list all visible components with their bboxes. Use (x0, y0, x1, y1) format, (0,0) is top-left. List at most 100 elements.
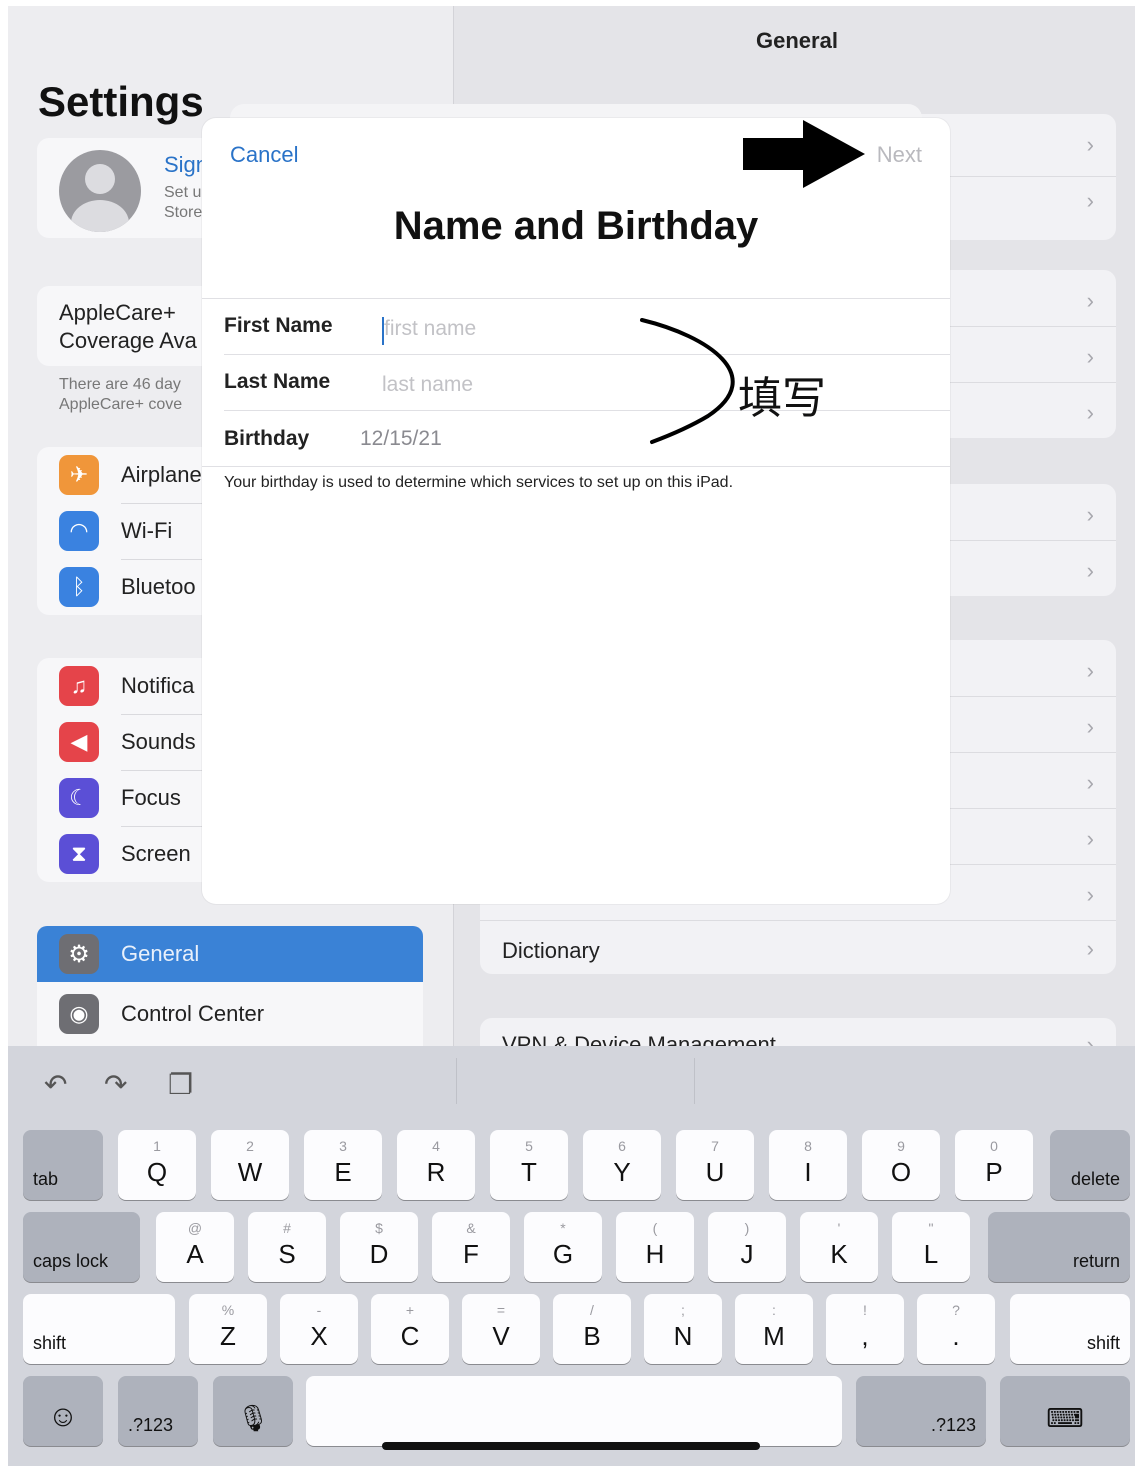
key-e[interactable]: 3E (304, 1130, 382, 1200)
home-indicator[interactable] (382, 1442, 760, 1450)
notifications-icon: ♫ (59, 666, 99, 706)
key-f[interactable]: & F (432, 1212, 510, 1282)
emoji-key[interactable]: ☺ (23, 1376, 103, 1446)
divider (202, 298, 950, 299)
key-a[interactable]: @ A (156, 1212, 234, 1282)
chevron-right-icon: › (1086, 770, 1094, 795)
key-h[interactable]: (H (616, 1212, 694, 1282)
chevron-right-icon: › (1086, 558, 1094, 583)
key-b[interactable]: / B (553, 1294, 631, 1364)
redo-icon[interactable]: ↷ (104, 1068, 127, 1101)
emoji-icon: ☺ (47, 1400, 79, 1433)
right-shift-key[interactable]: shift (1010, 1294, 1130, 1364)
ipad-screen: Settings Sign Set u Store AppleCare+ Cov… (8, 6, 1135, 1466)
left-shift-key[interactable]: shift (23, 1294, 175, 1364)
chevron-right-icon: › (1086, 288, 1094, 313)
chevron-right-icon: › (1086, 400, 1094, 425)
sounds-icon: ◀ (59, 722, 99, 762)
key-q[interactable]: 1Q (118, 1130, 196, 1200)
first-name-input[interactable] (384, 312, 614, 346)
sheet-title: Name and Birthday (393, 204, 759, 248)
divider (480, 920, 1116, 921)
divider (224, 354, 950, 355)
key-r[interactable]: 4R (397, 1130, 475, 1200)
key-j[interactable]: ) J (708, 1212, 786, 1282)
key-d[interactable]: $ D (340, 1212, 418, 1282)
key-comma[interactable]: !, (826, 1294, 904, 1364)
delete-key[interactable]: delete (1050, 1130, 1130, 1200)
sidebar-item-label: Notifica (121, 673, 195, 698)
control-center-card: ◉ Control Center (37, 982, 423, 1046)
key-z[interactable]: % Z (189, 1294, 267, 1364)
sidebar-item-label: Bluetoo (121, 574, 196, 599)
key-period[interactable]: ?. (917, 1294, 995, 1364)
return-key[interactable]: return (988, 1212, 1130, 1282)
key-t[interactable]: 5T (490, 1130, 568, 1200)
divider (456, 1058, 457, 1104)
key-w[interactable]: 2W (211, 1130, 289, 1200)
sidebar-item-label: General (121, 941, 200, 966)
sidebar-item-general[interactable]: ⚙ General (37, 926, 423, 982)
applecare-line-1: AppleCare+ (59, 300, 176, 325)
key-u[interactable]: 7U (676, 1130, 754, 1200)
key-n[interactable]: ; N (644, 1294, 722, 1364)
key-s[interactable]: # S (248, 1212, 326, 1282)
numbers-key-left[interactable]: .?123 (118, 1376, 198, 1446)
key-c[interactable]: + C (371, 1294, 449, 1364)
key-l[interactable]: " L (892, 1212, 970, 1282)
sidebar-item-control-center[interactable]: ◉ Control Center (37, 986, 423, 1042)
undo-icon[interactable]: ↶ (44, 1068, 67, 1101)
sidebar-item-label: Screen (121, 841, 191, 866)
screen-time-icon: ⧗ (59, 834, 99, 874)
wifi-icon: ◠ (59, 511, 99, 551)
key-k[interactable]: ' K (800, 1212, 878, 1282)
account-subtitle-1: Set u (164, 184, 202, 201)
key-y[interactable]: 6Y (583, 1130, 661, 1200)
tab-key[interactable]: tab (23, 1130, 103, 1200)
applecare-line-2: Coverage Ava (59, 328, 197, 353)
gear-icon: ⚙ (59, 934, 99, 974)
account-subtitle-2: Store (164, 204, 203, 221)
key-p[interactable]: 0P (955, 1130, 1033, 1200)
key-m[interactable]: :M (735, 1294, 813, 1364)
chevron-right-icon: › (1086, 502, 1094, 527)
detail-title: General (756, 28, 838, 53)
applecare-note-2: AppleCare+ cove (59, 396, 183, 413)
key-x[interactable]: -X (280, 1294, 358, 1364)
onscreen-keyboard: ↶ ↷ ❐ tab delete caps lock return shift … (8, 1046, 1135, 1466)
birthday-value[interactable]: 12/15/21 (360, 427, 442, 451)
first-name-label: First Name (224, 314, 333, 337)
key-v[interactable]: = V (462, 1294, 540, 1364)
last-name-input[interactable] (382, 368, 612, 402)
cancel-button[interactable]: Cancel (230, 142, 298, 168)
chevron-right-icon: › (1086, 658, 1094, 683)
chevron-right-icon: › (1086, 882, 1094, 907)
divider (224, 410, 950, 411)
sidebar-item-label: Control Center (121, 1001, 265, 1026)
numbers-key-right[interactable]: .?123 (856, 1376, 986, 1446)
control-center-icon: ◉ (59, 994, 99, 1034)
chevron-right-icon: › (1086, 132, 1094, 157)
arrow-right-icon (743, 120, 865, 188)
space-key[interactable] (306, 1376, 842, 1446)
airplane-icon: ✈ (59, 455, 99, 495)
paste-icon[interactable]: ❐ (168, 1068, 193, 1101)
hide-keyboard-key[interactable]: ⌨ (1000, 1376, 1130, 1446)
birthday-footnote: Your birthday is used to determine which… (224, 474, 734, 491)
chevron-right-icon: › (1086, 344, 1094, 369)
sidebar-item-label: Airplane (121, 462, 202, 487)
dictionary-label[interactable]: Dictionary (502, 938, 600, 964)
last-name-label: Last Name (224, 370, 331, 393)
dictation-key[interactable]: 🎙 (213, 1376, 293, 1446)
chevron-right-icon: › (1086, 714, 1094, 739)
key-i[interactable]: 8I (769, 1130, 847, 1200)
divider (202, 466, 950, 467)
bluetooth-icon: ᛒ (59, 567, 99, 607)
caps-lock-key[interactable]: caps lock (23, 1212, 140, 1282)
next-button[interactable]: Next (877, 142, 922, 168)
key-o[interactable]: 9O (862, 1130, 940, 1200)
applecare-note-1: There are 46 day (59, 376, 181, 393)
birthday-label: Birthday (224, 427, 310, 450)
chevron-right-icon: › (1086, 936, 1094, 961)
key-g[interactable]: * G (524, 1212, 602, 1282)
